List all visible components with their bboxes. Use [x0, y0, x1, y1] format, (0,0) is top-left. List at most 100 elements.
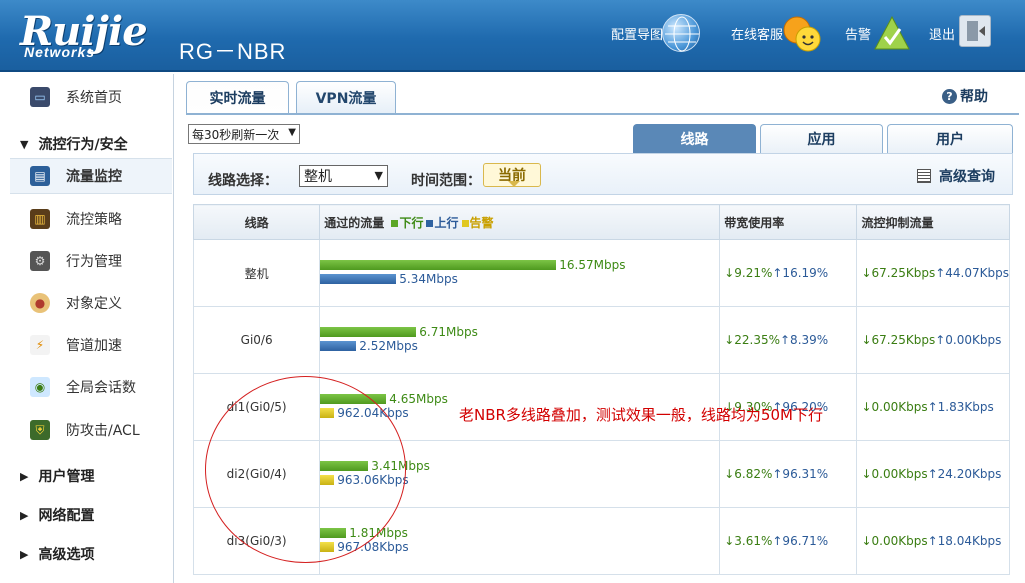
legend-up-swatch	[426, 219, 434, 227]
suppressed-cell: ↓67.25Kbps↑0.00Kbps	[856, 306, 1010, 374]
legend-down-label: 下行	[399, 215, 424, 230]
traffic-bars: 16.57Mbps 5.34Mbps	[320, 253, 719, 293]
tab-line[interactable]: 线路	[633, 124, 756, 153]
sidebar-section-label: 用户管理	[38, 469, 95, 485]
help-button[interactable]: ? 帮助	[942, 86, 988, 106]
rate-up: ↑96.71%	[772, 534, 829, 548]
config-guide-link[interactable]: 配置导图	[611, 24, 663, 43]
traffic-monitor-icon: ▤	[30, 166, 50, 186]
suppressed-down: ↓67.25Kbps	[861, 266, 936, 280]
refresh-interval-select[interactable]: 每30秒刷新一次 ▼	[188, 124, 300, 144]
sidebar-item-behavior[interactable]: ⚙ 行为管理	[0, 243, 172, 279]
triangle-right-icon: ▶	[20, 469, 29, 483]
tab-underline	[186, 113, 1019, 115]
palette-icon: ●	[30, 293, 50, 313]
help-label: 帮助	[960, 89, 988, 105]
chart-policy-icon: ▥	[30, 209, 50, 229]
tab-application[interactable]: 应用	[760, 124, 883, 153]
refresh-select-value: 每30秒刷新一次	[192, 127, 280, 142]
suppressed-up: ↑18.04Kbps	[927, 534, 1002, 548]
rate-down: ↓22.35%	[724, 333, 780, 347]
up-bar-row: 2.52Mbps	[320, 339, 418, 353]
ruijie-logo: Ruijie Networks	[20, 8, 170, 60]
globe-icon[interactable]	[662, 14, 700, 52]
up-bar-row: 5.34Mbps	[320, 272, 458, 286]
list-icon	[917, 169, 931, 183]
header-line: 线路	[192, 204, 321, 240]
line-select[interactable]: 整机 ▼	[299, 165, 388, 187]
sidebar-section-user-mgmt[interactable]: ▶ 用户管理	[0, 461, 172, 491]
sidebar-section-advanced[interactable]: ▶ 高级选项	[0, 539, 172, 569]
table-row: 整机 16.57Mbps 5.34Mbps ↓9.21%↑16.19% ↓67.25Kb…	[192, 239, 1010, 307]
tab-user[interactable]: 用户	[887, 124, 1013, 153]
suppressed-down: ↓0.00Kbps	[861, 534, 928, 548]
line-cell: Gi0/6	[192, 306, 321, 374]
tab-vpn-traffic[interactable]: VPN流量	[296, 81, 396, 114]
alert-triangle-icon[interactable]	[873, 15, 911, 51]
shield-icon: ⛨	[30, 420, 50, 440]
sidebar-item-label: 流控策略	[66, 212, 122, 228]
sidebar-item-label: 对象定义	[66, 296, 122, 312]
sidebar-item-traffic-monitor[interactable]: ▤ 流量监控	[10, 158, 172, 194]
sidebar-item-flow-policy[interactable]: ▥ 流控策略	[0, 201, 172, 237]
suppressed-down: ↓0.00Kbps	[861, 400, 928, 414]
sidebar-section-label: 流控行为/安全	[38, 137, 128, 153]
down-value: 4.65Mbps	[389, 392, 448, 406]
alarm-link[interactable]: 告警	[845, 24, 871, 43]
traffic-cell: 6.71Mbps 2.52Mbps	[319, 306, 721, 374]
accelerate-icon: ⚡	[30, 335, 50, 355]
legend-up-label: 上行	[434, 215, 459, 230]
tab-realtime-traffic[interactable]: 实时流量	[186, 81, 289, 114]
sidebar-item-label: 防攻击/ACL	[66, 423, 140, 439]
sidebar-item-pipe-accel[interactable]: ⚡ 管道加速	[0, 327, 172, 363]
up-bar	[320, 341, 357, 351]
time-range-current-button[interactable]: 当前	[483, 163, 541, 187]
sidebar-section-network[interactable]: ▶ 网络配置	[0, 500, 172, 530]
sidebar-item-home[interactable]: ▭ 系统首页	[0, 79, 172, 115]
smiley-icon[interactable]	[781, 14, 821, 54]
logo-subtext: Networks	[24, 44, 96, 60]
sidebar-item-label: 流量监控	[66, 169, 122, 185]
rate-down: ↓9.21%	[724, 266, 773, 280]
bandwidth-cell: ↓9.21%↑16.19%	[719, 239, 858, 307]
product-name: RG－NBR	[179, 39, 287, 64]
suppressed-cell: ↓0.00Kbps↑18.04Kbps	[856, 507, 1010, 575]
bandwidth-cell: ↓6.82%↑96.31%	[719, 440, 858, 508]
sidebar-item-label: 管道加速	[66, 338, 122, 354]
traffic-bars: 6.71Mbps 2.52Mbps	[320, 320, 719, 360]
triangle-right-icon: ▶	[20, 508, 29, 522]
advanced-query-label: 高级查询	[939, 169, 995, 185]
behavior-icon: ⚙	[30, 251, 50, 271]
table-row: Gi0/6 6.71Mbps 2.52Mbps ↓22.35%↑8.39% ↓67.25…	[192, 306, 1010, 374]
suppressed-cell: ↓0.00Kbps↑1.83Kbps	[856, 373, 1010, 441]
sidebar-item-sessions[interactable]: ◉ 全局会话数	[0, 369, 172, 405]
exit-door-icon[interactable]	[959, 15, 991, 47]
rate-up: ↑16.19%	[772, 266, 829, 280]
sidebar-item-anti-attack[interactable]: ⛨ 防攻击/ACL	[0, 412, 172, 448]
down-bar-row: 16.57Mbps	[320, 258, 626, 272]
top-header: Ruijie Networks RG－NBR 配置导图 在线客服 告警 退出	[0, 0, 1025, 72]
up-value: 5.34Mbps	[399, 272, 458, 286]
advanced-query-button[interactable]: 高级查询	[917, 166, 995, 186]
monitor-icon: ▭	[30, 87, 50, 107]
up-bar	[320, 274, 397, 284]
header-traffic: 通过的流量 下行 上行 告警	[319, 204, 721, 240]
down-value: 16.57Mbps	[559, 258, 626, 272]
header-traffic-label: 通过的流量	[324, 215, 385, 230]
sidebar-item-object[interactable]: ● 对象定义	[0, 285, 172, 321]
sidebar-section-flow-control[interactable]: ▼ 流控行为/安全	[0, 129, 172, 159]
chevron-down-icon: ▼	[288, 127, 296, 138]
online-service-link[interactable]: 在线客服	[731, 24, 783, 43]
sidebar-item-label: 系统首页	[66, 90, 122, 106]
suppressed-up: ↑0.00Kbps	[935, 333, 1002, 347]
line-select-label: 线路选择：	[208, 173, 278, 189]
line-select-value: 整机	[304, 169, 332, 185]
header-bandwidth: 带宽使用率	[719, 204, 858, 240]
exit-link[interactable]: 退出	[929, 24, 955, 43]
chevron-down-icon: ▼	[374, 169, 383, 182]
question-icon: ?	[942, 88, 957, 104]
sidebar-item-label: 全局会话数	[66, 380, 136, 396]
sidebar-item-label: 行为管理	[66, 254, 122, 270]
suppressed-cell: ↓0.00Kbps↑24.20Kbps	[856, 440, 1010, 508]
suppressed-up: ↑24.20Kbps	[927, 467, 1002, 481]
